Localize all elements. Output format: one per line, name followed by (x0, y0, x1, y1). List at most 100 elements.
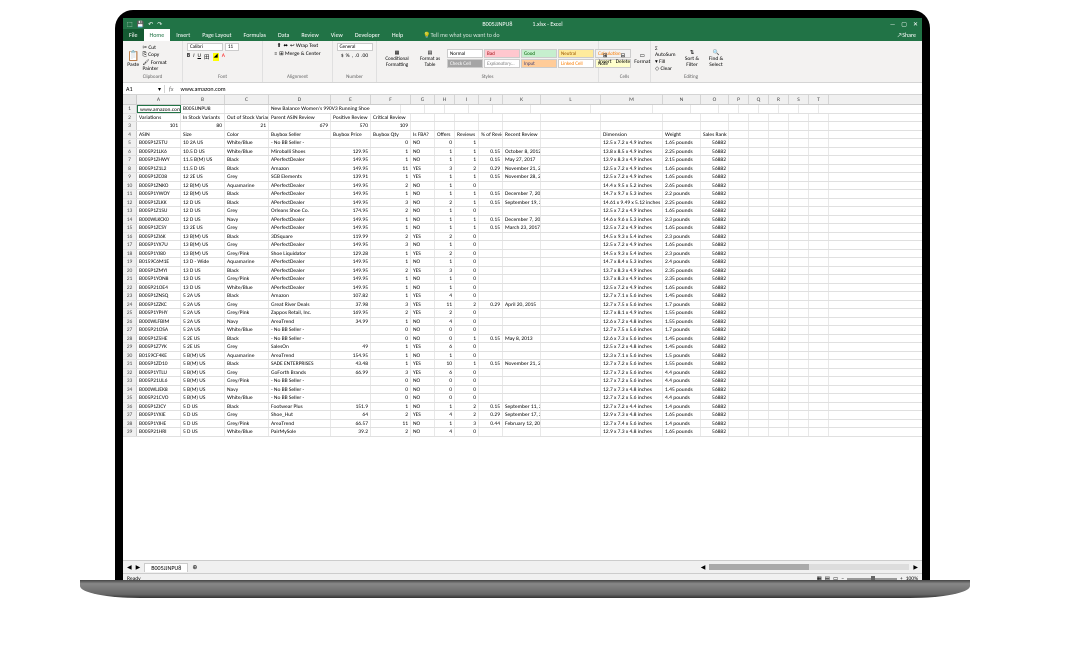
cell[interactable] (789, 199, 809, 207)
cell[interactable]: 149.95 (331, 275, 371, 283)
cell[interactable]: 56882 (701, 190, 729, 198)
cell[interactable]: AreaTrend (269, 318, 331, 326)
cell[interactable] (809, 403, 829, 411)
cell[interactable] (729, 224, 749, 232)
cell[interactable] (455, 114, 479, 122)
cell[interactable] (541, 216, 601, 224)
cell[interactable] (789, 267, 809, 275)
row-header[interactable]: 34 (123, 386, 137, 394)
cell[interactable]: 2 (371, 233, 411, 241)
cell[interactable] (789, 360, 809, 368)
cell[interactable] (503, 250, 541, 258)
cell[interactable]: B005P1ZZKC (137, 301, 181, 309)
cell[interactable]: 1.45 pounds (663, 335, 701, 343)
cell[interactable] (749, 258, 769, 266)
cell[interactable]: 56882 (701, 156, 729, 164)
percent-button[interactable]: % (346, 53, 350, 59)
cell-header[interactable]: Offers (435, 131, 455, 139)
cell[interactable] (541, 267, 601, 275)
cell-header[interactable]: Color (225, 131, 269, 139)
cell[interactable] (769, 377, 789, 385)
cell[interactable]: 56882 (701, 275, 729, 283)
cell[interactable] (809, 139, 829, 147)
cell[interactable]: APerfectDealer (269, 241, 331, 249)
cell[interactable]: 12.5 x 7.2 x 4.9 inches (601, 207, 663, 215)
cell[interactable] (729, 352, 749, 360)
row-header[interactable]: 25 (123, 309, 137, 317)
cell[interactable] (479, 267, 503, 275)
cell[interactable]: B005P21HRI (137, 428, 181, 436)
cell[interactable]: 1.65 pounds (663, 139, 701, 147)
cell[interactable]: Parent ASIN Review (269, 114, 331, 122)
cell[interactable]: 49 (331, 343, 371, 351)
cell[interactable] (479, 352, 503, 360)
cell[interactable]: 1 (371, 216, 411, 224)
cell[interactable] (809, 216, 829, 224)
cell[interactable]: YES (411, 173, 435, 181)
comma-button[interactable]: , (352, 53, 353, 59)
cell[interactable] (541, 335, 601, 343)
cell[interactable] (769, 190, 789, 198)
cell[interactable]: 1.65 pounds (663, 165, 701, 173)
cell[interactable] (479, 369, 503, 377)
cell[interactable] (503, 428, 541, 436)
cell[interactable] (729, 114, 749, 122)
cell[interactable]: 3DSquare (269, 233, 331, 241)
cell[interactable] (749, 428, 769, 436)
cell[interactable] (663, 114, 701, 122)
cell[interactable]: 56882 (701, 224, 729, 232)
cell[interactable] (331, 377, 371, 385)
cell[interactable] (503, 267, 541, 275)
cell[interactable]: 12.5 x 7.2 x 4.8 inches (601, 343, 663, 351)
cell[interactable]: 4 (435, 318, 455, 326)
cell[interactable]: B005P1ZMYI (137, 267, 181, 275)
cell[interactable] (769, 165, 789, 173)
cell[interactable]: 56882 (701, 360, 729, 368)
cell[interactable]: APerfectDealer (269, 216, 331, 224)
cell[interactable]: B005P21LK6 (137, 148, 181, 156)
cell[interactable] (749, 420, 769, 428)
cell[interactable]: NO (411, 258, 435, 266)
tell-me-input[interactable]: 💡 Tell me what you want to do (417, 29, 505, 41)
cell[interactable] (663, 122, 701, 130)
cell[interactable] (503, 343, 541, 351)
row-header[interactable]: 20 (123, 267, 137, 275)
cell[interactable] (479, 394, 503, 402)
cell[interactable]: 12.5 x 7.2 x 4.9 inches (601, 284, 663, 292)
cell[interactable]: 56882 (701, 394, 729, 402)
cell[interactable]: 21 (225, 122, 269, 130)
cell[interactable]: 139.91 (331, 173, 371, 181)
close-icon[interactable]: ✕ (913, 20, 918, 28)
cell[interactable] (729, 199, 749, 207)
cell[interactable] (749, 343, 769, 351)
cell[interactable]: 5 2A US (181, 326, 225, 334)
cell[interactable]: - No BB Seller - (269, 394, 331, 402)
new-sheet-icon[interactable]: ⊕ (192, 563, 197, 571)
cell[interactable]: March 23, 2017 (503, 224, 541, 232)
cell[interactable]: 56882 (701, 199, 729, 207)
cell[interactable]: 1 (371, 360, 411, 368)
cell[interactable]: 56882 (701, 258, 729, 266)
cell[interactable]: 43.48 (331, 360, 371, 368)
cell[interactable]: In Stock Variants (181, 114, 225, 122)
cell[interactable]: APerfectDealer (269, 224, 331, 232)
cell-header[interactable]: Buybox Price (331, 131, 371, 139)
cell[interactable]: 3 (371, 241, 411, 249)
cell-header[interactable]: Buybox Qty (371, 131, 411, 139)
cell[interactable] (729, 360, 749, 368)
cell[interactable] (503, 284, 541, 292)
cell[interactable] (769, 301, 789, 309)
cell[interactable]: 10.5 D US (181, 148, 225, 156)
cell[interactable] (479, 241, 503, 249)
cell[interactable]: 2.15 pounds (663, 156, 701, 164)
cell[interactable]: 0 (371, 377, 411, 385)
cell[interactable] (749, 275, 769, 283)
cell[interactable] (749, 182, 769, 190)
cell[interactable]: December 7, 2016 (503, 190, 541, 198)
cell[interactable]: 4 (435, 292, 455, 300)
cell[interactable]: 2 (371, 182, 411, 190)
cell[interactable] (809, 343, 829, 351)
cell[interactable] (601, 114, 663, 122)
cell[interactable]: 5 2A US (181, 318, 225, 326)
cell[interactable]: 149.95 (331, 165, 371, 173)
